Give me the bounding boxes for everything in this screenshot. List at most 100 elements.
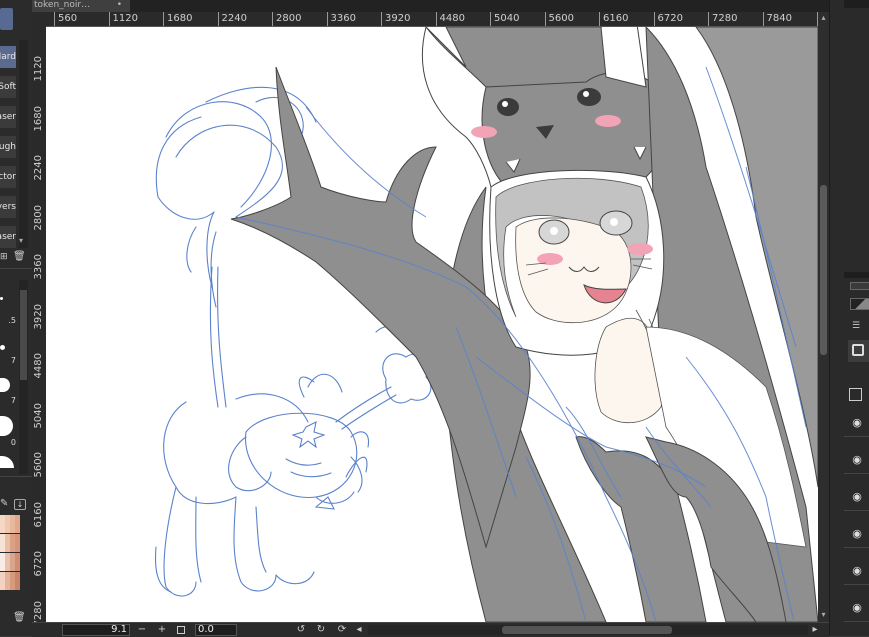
reset-rotation-icon[interactable]: ⟳ <box>335 623 349 637</box>
ruler-tick-label: 2240 <box>32 155 46 205</box>
brush-size-label[interactable]: 7 <box>0 396 16 405</box>
brush-size-label[interactable]: 7 <box>0 356 16 365</box>
fit-icon[interactable] <box>177 626 185 634</box>
ruler-tick-label: 560 <box>54 12 77 26</box>
ruler-tick-label: 6720 <box>32 551 46 601</box>
brush-scroll-thumb[interactable] <box>20 290 27 380</box>
ruler-tick-label: 1120 <box>108 12 138 26</box>
scroll-down-icon[interactable]: ▾ <box>19 236 28 246</box>
ruler-corner <box>32 12 46 27</box>
divider <box>0 476 32 477</box>
tool-button[interactable] <box>0 8 13 30</box>
ruler-tick-text: 5600 <box>33 452 44 478</box>
layer-visibility-eye-icon[interactable]: ◉ <box>850 416 864 430</box>
horizontal-scroll-thumb[interactable] <box>502 626 672 634</box>
scroll-down-icon[interactable]: ▾ <box>819 610 828 620</box>
vertical-ruler[interactable]: 1120 1680 2240 2800 3360 3920 4480 5040 5600 6160… <box>32 26 47 622</box>
artwork <box>154 27 818 622</box>
subtool-soft[interactable]: Soft <box>0 76 16 98</box>
layer-visibility-eye-icon[interactable]: ◉ <box>850 453 864 467</box>
ruler-tick-label: 7280 <box>708 12 737 26</box>
subtool-eraser[interactable]: Eraser <box>0 106 16 128</box>
tab-close-icon[interactable]: • <box>117 0 122 11</box>
document-tab-bar <box>32 0 845 12</box>
ruler-tick-label: 6160 <box>32 502 46 552</box>
subtool-eraser-2[interactable]: Eraser <box>0 226 16 248</box>
ruler-tick-label: 3360 <box>326 12 356 26</box>
sub-tool-panel: Hard Soft Eraser Rough Vector Layers Era… <box>0 0 33 636</box>
panel-scrollbar[interactable] <box>19 40 28 248</box>
ruler-tick-label: 5040 <box>490 12 519 26</box>
layer-visibility-eye-icon[interactable]: ◉ <box>850 527 864 541</box>
color-bar[interactable] <box>850 282 869 290</box>
ruler-tick-text: 7280 <box>33 600 44 623</box>
document-tab-title: token_noir <box>34 0 82 10</box>
color-swatch[interactable] <box>15 572 20 590</box>
canvas-scroll-thumb[interactable] <box>820 185 827 355</box>
ruler-tick-label: 6720 <box>653 12 683 26</box>
brush-size-label[interactable]: .5 <box>0 316 16 325</box>
subtool-rough[interactable]: Rough <box>0 136 16 158</box>
brush-size-label[interactable]: 0 <box>0 438 16 447</box>
ruler-tick-label: 5040 <box>32 403 46 453</box>
scroll-left-icon[interactable]: ◂ <box>352 623 366 637</box>
gradient-bar[interactable] <box>850 298 869 310</box>
rotate-left-icon[interactable]: ↺ <box>294 623 308 637</box>
divider <box>0 268 32 269</box>
subtool-layers[interactable]: Layers <box>0 196 16 218</box>
document-tab[interactable]: token_noir… • <box>32 0 130 12</box>
ruler-tick-text: 2800 <box>33 204 44 230</box>
import-icon[interactable]: ↓ <box>14 499 26 510</box>
zoom-field[interactable]: 9.1 <box>62 624 130 636</box>
drawing-canvas[interactable] <box>46 27 818 622</box>
color-set-palette[interactable] <box>0 515 22 591</box>
subtool-hard[interactable]: Hard <box>0 46 16 68</box>
ruler-tick-label: 1680 <box>32 106 46 156</box>
trash-icon[interactable]: 🗑 <box>13 251 26 263</box>
ruler-tick-label: 1120 <box>32 56 46 106</box>
layer-visibility-eye-icon[interactable]: ◉ <box>850 601 864 615</box>
subtool-vector[interactable]: Vector <box>0 166 16 188</box>
layer-menu-icon[interactable]: ☰ <box>852 321 862 331</box>
layer-row-divider <box>844 510 869 511</box>
layer-row-divider <box>844 547 869 548</box>
ruler-tick-label: 7840 <box>762 12 792 26</box>
panel-header <box>844 0 869 8</box>
ruler-tick-text: 6160 <box>33 501 44 527</box>
brush-dot <box>0 345 5 350</box>
layer-panel: ☰ ◉ ◉ ◉ ◉ ◉ ◉ <box>829 0 869 636</box>
document-tab-ellipsis: … <box>81 0 91 10</box>
layer-row-divider <box>844 621 869 622</box>
ruler-tick-label: 1680 <box>163 12 192 26</box>
angle-field[interactable]: 0.0 <box>195 624 237 636</box>
scroll-right-icon[interactable]: ▸ <box>808 623 822 637</box>
ruler-tick-label: 2800 <box>272 12 301 26</box>
ruler-tick-text: 1680 <box>33 105 44 131</box>
zoom-in-button[interactable]: + <box>155 623 169 637</box>
layer-visibility-eye-icon[interactable]: ◉ <box>850 490 864 504</box>
ruler-tick-label: 3920 <box>32 304 46 354</box>
ruler-tick-text: 6720 <box>33 551 44 577</box>
layer-visibility-eye-icon[interactable]: ◉ <box>850 564 864 578</box>
ruler-tick-text: 5040 <box>33 402 44 428</box>
layer-list-icon[interactable] <box>849 388 862 401</box>
ruler-tick-text: 3920 <box>33 303 44 329</box>
ruler-tick-text: 2240 <box>33 155 44 181</box>
new-subtool-icon[interactable]: ⊞ <box>0 252 8 264</box>
ruler-tick-label: 2800 <box>32 205 46 255</box>
rotate-right-icon[interactable]: ↻ <box>314 623 328 637</box>
zoom-out-button[interactable]: − <box>135 623 149 637</box>
status-bar: 9.1 − + 0.0 ↺ ↻ ⟳ ◂ ▸ <box>32 622 829 637</box>
color-swatch[interactable] <box>15 534 20 552</box>
color-swatch[interactable] <box>15 553 20 571</box>
trash-icon[interactable]: 🗑 <box>13 612 26 624</box>
scroll-up-icon[interactable]: ▴ <box>819 13 828 23</box>
color-swatch[interactable] <box>15 515 20 533</box>
layer-row-divider <box>844 473 869 474</box>
brush-dot-small <box>0 297 3 300</box>
eyedropper-icon[interactable]: ✎ <box>0 498 10 510</box>
horizontal-ruler[interactable]: 560 1120 1680 2240 2800 3360 3920 4480 5040 5600 6… <box>46 12 818 27</box>
square-icon[interactable] <box>852 344 864 356</box>
ruler-tick-label: 5600 <box>544 12 574 26</box>
ruler-tick-label: 4480 <box>435 12 465 26</box>
